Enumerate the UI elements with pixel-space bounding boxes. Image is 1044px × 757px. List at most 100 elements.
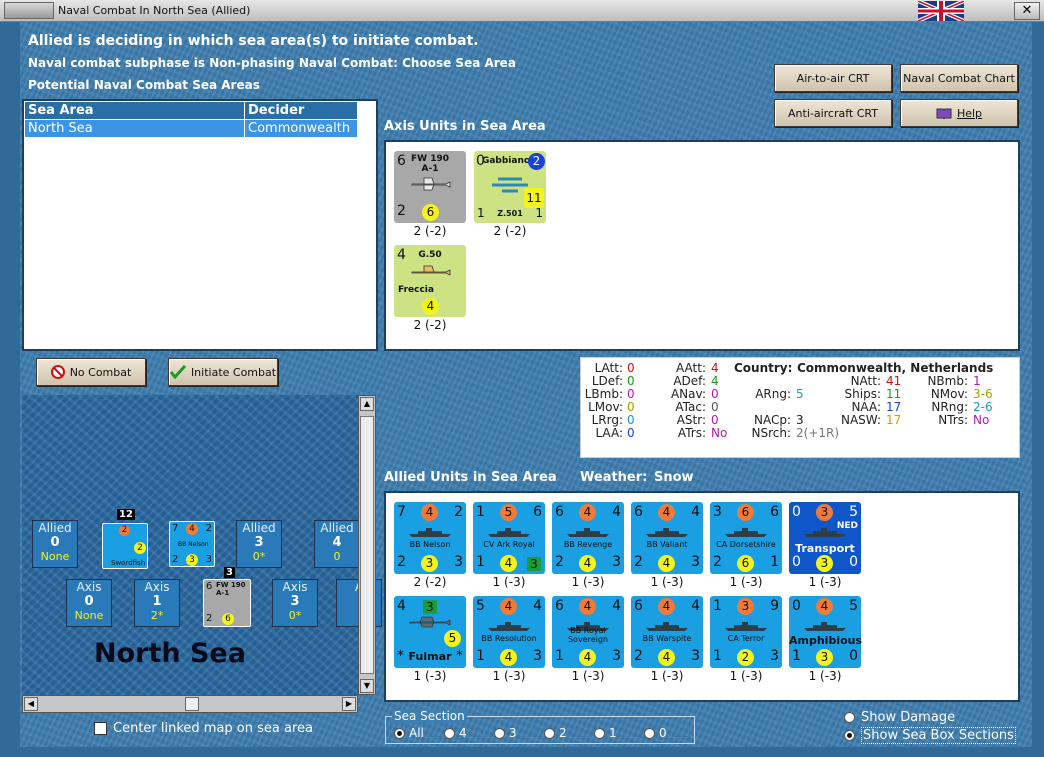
map-horizontal-scrollbar[interactable]: ◀ ▶	[22, 695, 358, 713]
unit-name: BB Nelson	[178, 541, 209, 548]
allied-unit[interactable]: 0 5 4 Amphibious 1 3 0	[789, 596, 862, 668]
stat-label: NRng:	[931, 400, 968, 414]
sea-section-radio[interactable]	[644, 727, 655, 739]
scroll-right-arrow[interactable]: ▶	[342, 697, 356, 711]
allied-unit[interactable]: 6 4 4 BB Royal Sovereign 1 4 3	[552, 596, 624, 668]
stat-label: ARng:	[755, 387, 791, 401]
sea-area-name: North Sea	[94, 638, 246, 669]
allied-unit[interactable]: 3 6 6 CA Dorsetshire 2 6 1	[710, 502, 782, 574]
sea-section-radio[interactable]	[544, 727, 555, 739]
allied-unit[interactable]: 4 3 Fulmar * 5 *	[394, 596, 466, 668]
sea-section-option[interactable]: 4	[444, 726, 494, 740]
sea-section-option[interactable]: 1	[594, 726, 644, 740]
scroll-thumb[interactable]	[185, 697, 199, 711]
allied-unit[interactable]: 6 4 4 BB Warspite 2 4 3	[631, 596, 703, 668]
allied-unit[interactable]: 1 6 5 CV Ark Royal 1 4 3	[473, 502, 545, 574]
allied-unit[interactable]: 7 2 4 BB Nelson 2 3 3	[394, 502, 466, 574]
sea-section-radio[interactable]	[394, 727, 405, 739]
naval-combat-chart-button[interactable]: Naval Combat Chart	[900, 64, 1018, 92]
show-sea-box-option[interactable]: Show Sea Box Sections	[844, 727, 1016, 744]
ship-silhouette-icon	[804, 622, 846, 631]
cell-decider[interactable]: Commonwealth	[244, 119, 358, 138]
unit-move-value: 3	[816, 555, 833, 572]
axis-sea-box[interactable]: Axis 0 None	[66, 579, 112, 627]
allied-unit[interactable]: 0 5 3 NED Transport 0 3 0	[789, 502, 861, 574]
axis-unit-gabbiano[interactable]: 0 Gabbiano 2 11 1 Z.501 1	[474, 151, 546, 223]
unit-move-value: 3	[816, 649, 833, 666]
unit-aa-value: 2	[119, 525, 130, 536]
center-map-checkbox[interactable]: Center linked map on sea area	[94, 721, 313, 736]
scroll-left-arrow[interactable]: ◀	[24, 697, 38, 711]
allied-unit[interactable]: 6 4 4 BB Valiant 2 4 3	[631, 502, 703, 574]
aircraft-icon	[411, 265, 451, 276]
checkbox-box[interactable]	[94, 722, 107, 735]
unit-range: 1	[713, 648, 722, 664]
unit-move-value: 5	[444, 630, 461, 647]
allied-sea-box[interactable]: Allied 4 0	[314, 520, 360, 568]
sea-section-option[interactable]: 2	[544, 726, 594, 740]
table-row[interactable]: North Sea Commonwealth	[24, 119, 358, 138]
unit-name: BB Revenge	[563, 540, 613, 549]
axis-sea-box[interactable]: Axis 1 2*	[134, 579, 180, 627]
show-damage-option[interactable]: Show Damage	[844, 710, 955, 725]
country-label: Country:	[734, 361, 793, 375]
status-line-2: Naval combat subphase is Non-phasing Nav…	[28, 56, 516, 70]
initiate-combat-button[interactable]: Initiate Combat	[168, 358, 278, 386]
sea-section-radio[interactable]	[444, 727, 455, 739]
axis-unit-g50[interactable]: 4 G.50 Freccia 4	[394, 245, 466, 317]
unit-move-value: 4	[579, 649, 596, 666]
stat-value: 0	[627, 400, 635, 414]
sea-section-radio[interactable]	[594, 727, 605, 739]
sea-section-option[interactable]: 3	[494, 726, 544, 740]
allied-unit[interactable]: 5 4 4 BB Resolution 1 4 3	[473, 596, 545, 668]
allied-sea-box[interactable]: Allied 3 0*	[236, 520, 282, 568]
stat-value: 4	[711, 374, 719, 388]
unit-air-value: 3	[527, 557, 541, 571]
column-header-decider[interactable]: Decider	[244, 101, 358, 120]
unit-move: 3	[691, 554, 700, 570]
box-title: Axis	[76, 580, 102, 594]
box-status: 2*	[150, 609, 164, 622]
scroll-up-arrow[interactable]: ▲	[360, 397, 374, 411]
scroll-down-arrow[interactable]: ▼	[360, 679, 374, 693]
box-status: None	[40, 550, 70, 563]
no-combat-button[interactable]: No Combat	[36, 358, 146, 386]
map-vertical-scrollbar[interactable]: ▲ ▼	[358, 395, 376, 695]
stat-value: 0	[627, 413, 635, 427]
allied-sea-box[interactable]: Allied 0 None	[32, 520, 78, 568]
help-button[interactable]: Help	[900, 99, 1018, 127]
axis-unit-fw190[interactable]: 6 FW 190 A-1 2 6	[394, 151, 466, 223]
show-damage-radio[interactable]	[844, 712, 855, 723]
unit-defense: 9	[770, 598, 779, 614]
sea-section-option[interactable]: All	[394, 726, 444, 740]
allied-unit[interactable]: 6 4 4 BB Revenge 2 4 3	[552, 502, 624, 574]
axis-sea-box[interactable]: Axis 3 0*	[272, 579, 318, 627]
map-stack-swordfish[interactable]: 12 2 2 Swordfish	[102, 509, 148, 569]
air-to-air-crt-button[interactable]: Air-to-air CRT	[774, 64, 892, 92]
help-label: Help	[956, 106, 983, 120]
sea-area-map[interactable]: Allied 0 None Allied 3 0* Allied 4 0 Axis 0 None Axi…	[22, 395, 382, 695]
show-sea-box-label: Show Sea Box Sections	[861, 727, 1016, 744]
column-header-sea-area[interactable]: Sea Area	[24, 101, 245, 120]
map-stack-bb-nelson[interactable]: 7 2 4 BB Nelson 2 3 3	[169, 521, 215, 567]
sea-section-option[interactable]: 0	[644, 726, 694, 740]
unit-name: G.50	[418, 250, 442, 260]
show-sea-box-radio[interactable]	[844, 730, 855, 741]
unit-range: 2	[555, 554, 564, 570]
sea-section-radio[interactable]	[494, 727, 505, 739]
map-stack-fw190[interactable]: 3 6 FW 190 A-1 2 6	[203, 567, 251, 627]
unit-attack: 6	[634, 504, 643, 520]
stat-value: 41	[886, 374, 902, 388]
unit-name: Swordfish	[111, 559, 146, 567]
scroll-thumb[interactable]	[360, 416, 374, 674]
stat-value: No	[711, 426, 728, 440]
aircraft-icon	[409, 616, 451, 628]
allied-unit[interactable]: 1 9 3 CA Terror 1 2 3	[710, 596, 782, 668]
anti-aircraft-crt-button[interactable]: Anti-aircraft CRT	[774, 99, 892, 127]
cell-sea-area[interactable]: North Sea	[24, 119, 245, 138]
stat-label: ATrs:	[677, 426, 706, 440]
book-icon	[936, 108, 952, 119]
close-button[interactable]: ✕	[1014, 2, 1040, 20]
unit-name: BB Valiant	[646, 540, 688, 549]
system-menu-button[interactable]	[4, 2, 54, 19]
